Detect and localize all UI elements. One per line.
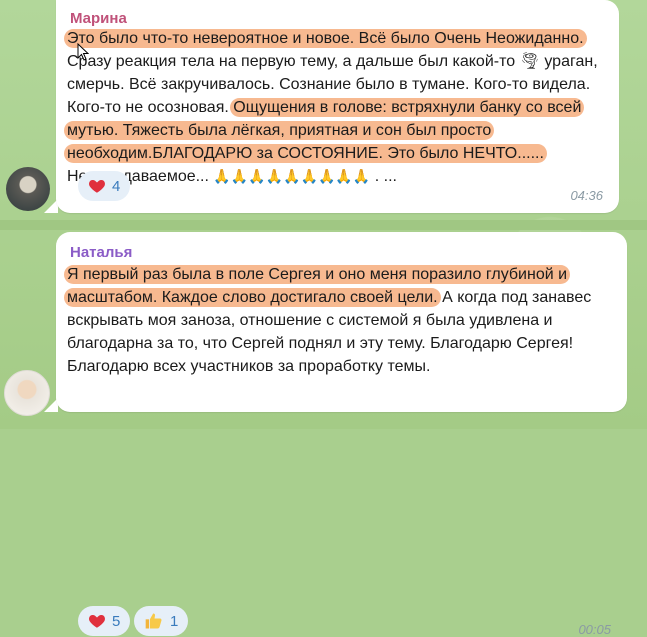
heart-icon (89, 615, 105, 628)
message-bubble-natalya[interactable]: Наталья Я первый раз была в поле Сергея … (56, 232, 627, 637)
text-segment: . ... (370, 168, 397, 185)
reaction-count: 5 (112, 612, 121, 630)
heart-icon (89, 180, 105, 193)
message-text: Я первый раз была в поле Сергея и оно ме… (64, 263, 622, 378)
reaction-count: 4 (112, 177, 121, 195)
reaction-thumbs-up[interactable]: 1 (134, 606, 189, 636)
message-time: 04:36 (570, 188, 603, 203)
reaction-heart[interactable]: 5 (78, 606, 131, 636)
text-segment: Сразу реакция тела на первую тему, а дал… (67, 53, 520, 70)
mouse-cursor-icon (77, 43, 89, 61)
reaction-heart[interactable]: 4 (78, 171, 131, 201)
message-text: Это было что-то невероятное и новое. Всё… (64, 27, 607, 188)
message-time: 00:05 (578, 622, 611, 637)
message-gap (0, 220, 647, 230)
thumbs-up-icon (145, 613, 162, 629)
praying-hands-icons: 🙏🙏🙏🙏🙏🙏🙏🙏🙏 (213, 168, 371, 184)
highlighted-text: Это было что-то невероятное и новое. Всё… (64, 29, 587, 48)
tornado-icon: 🌪 (519, 53, 540, 70)
message-bubble-marina[interactable]: Марина Это было что-то невероятное и нов… (56, 0, 619, 213)
sender-name[interactable]: Марина (70, 10, 127, 27)
sender-name[interactable]: Наталья (70, 244, 132, 261)
reaction-count: 1 (170, 612, 179, 630)
